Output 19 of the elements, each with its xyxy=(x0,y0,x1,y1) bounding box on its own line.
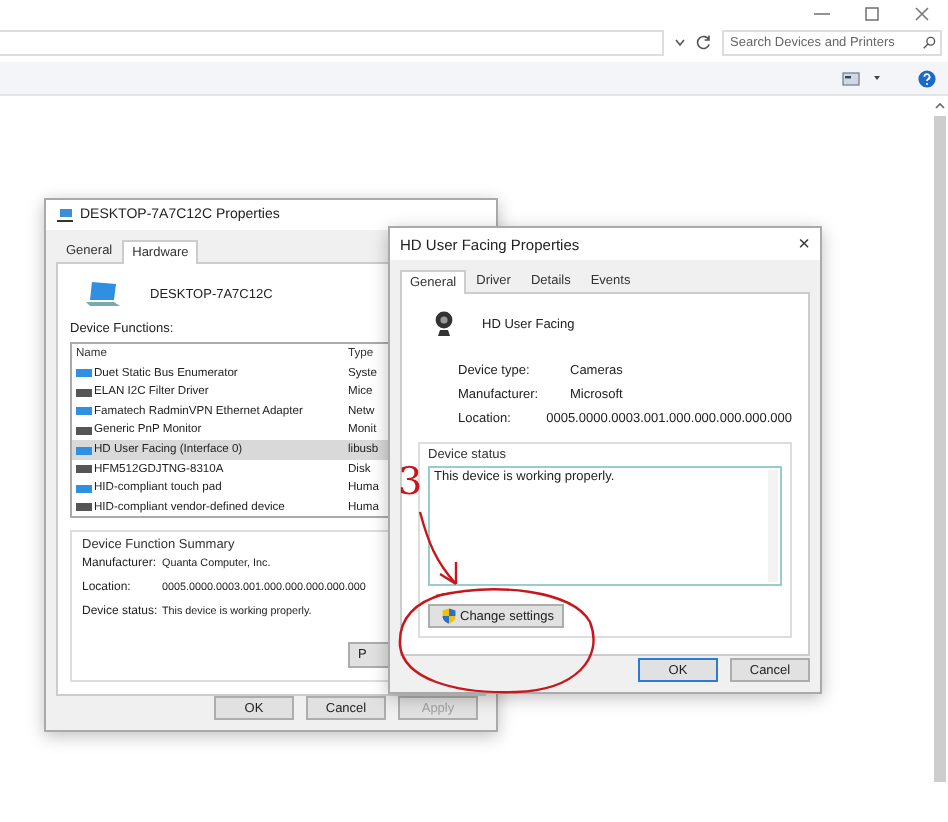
help-icon[interactable] xyxy=(918,69,936,87)
caret-icon[interactable] xyxy=(872,74,882,82)
address-field[interactable] xyxy=(0,29,664,55)
view-icon[interactable] xyxy=(842,71,860,85)
search-icon xyxy=(922,35,936,49)
annotation-arrow xyxy=(418,510,458,586)
close-icon[interactable] xyxy=(914,6,930,22)
scroll-up-icon xyxy=(934,102,946,110)
computer-icon xyxy=(56,208,74,223)
webcam-icon xyxy=(434,310,454,338)
shield-icon xyxy=(442,608,456,624)
laptop-icon xyxy=(86,280,122,309)
scroll-thumb[interactable] xyxy=(934,116,946,782)
close-button[interactable]: × xyxy=(798,233,810,255)
refresh-icon[interactable] xyxy=(696,34,712,50)
maximize-icon[interactable] xyxy=(864,6,880,22)
chevron-down-icon[interactable] xyxy=(674,37,686,47)
scrollbar[interactable] xyxy=(768,470,778,582)
handwritten-number: 3 xyxy=(398,464,423,502)
